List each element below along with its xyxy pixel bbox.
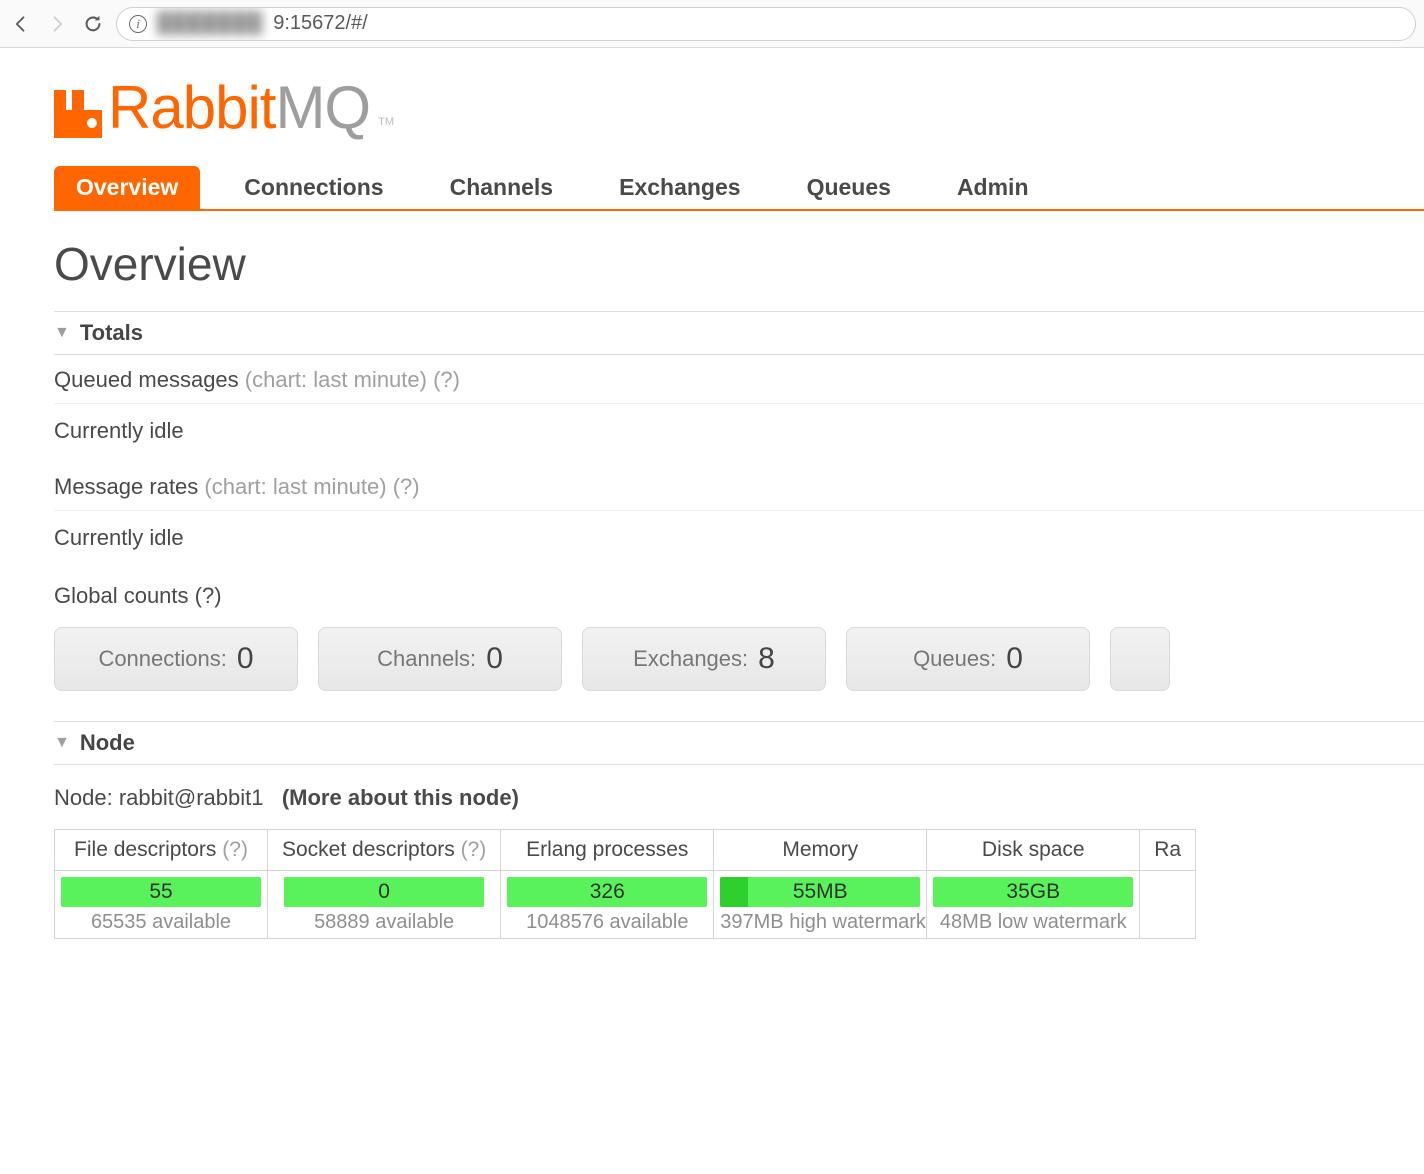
bar-value: 35GB (933, 877, 1133, 907)
logo: RabbitMQ TM (54, 78, 1424, 138)
main-tabs: Overview Connections Channels Exchanges … (54, 166, 1424, 211)
bar-subtext: 48MB low watermark (933, 911, 1133, 934)
tab-channels[interactable]: Channels (428, 166, 576, 209)
global-counts-row: Global counts (?) (54, 569, 1424, 627)
node-stats-table: File descriptors (?) Socket descriptors … (54, 829, 1196, 939)
count-connections[interactable]: Connections: 0 (54, 627, 298, 691)
count-value: 8 (758, 642, 775, 676)
th-socket-descriptors: Socket descriptors (?) (268, 830, 501, 871)
address-bar[interactable]: i ███████ 9:15672/#/ (116, 7, 1416, 41)
count-extra[interactable] (1110, 627, 1170, 691)
cell-fd: 55 65535 available (55, 871, 268, 939)
table-header-row: File descriptors (?) Socket descriptors … (55, 830, 1196, 871)
chevron-down-icon: ▼ (54, 734, 70, 752)
queued-idle: Currently idle (54, 404, 1424, 462)
cell-extra (1140, 871, 1196, 939)
rabbitmq-logo-icon (54, 90, 102, 138)
rates-idle: Currently idle (54, 511, 1424, 569)
queued-label: Queued messages (54, 367, 239, 392)
more-about-node-link[interactable]: (More about this node) (282, 785, 519, 810)
node-name-line: Node: rabbit@rabbit1 (More about this no… (54, 785, 1424, 811)
count-channels[interactable]: Channels: 0 (318, 627, 562, 691)
url-obscured: ███████ (157, 12, 263, 35)
table-row: 55 65535 available 0 58889 available 326… (55, 871, 1196, 939)
cell-sd: 0 58889 available (268, 871, 501, 939)
th-extra: Ra (1140, 830, 1196, 871)
section-label: Node (80, 730, 135, 756)
help-icon[interactable]: (?) (461, 838, 487, 861)
rates-hint[interactable]: (chart: last minute) (?) (204, 474, 419, 499)
th-erlang-processes: Erlang processes (501, 830, 714, 871)
reload-button[interactable] (80, 11, 106, 37)
queued-messages-row: Queued messages (chart: last minute) (?) (54, 355, 1424, 404)
cell-disk: 35GB 48MB low watermark (927, 871, 1140, 939)
back-button[interactable] (8, 11, 34, 37)
tab-queues[interactable]: Queues (785, 166, 913, 209)
tab-overview[interactable]: Overview (54, 166, 200, 209)
section-label: Totals (80, 320, 143, 346)
page-title: Overview (54, 237, 1424, 291)
count-label: Exchanges: (633, 646, 748, 672)
chevron-down-icon: ▼ (54, 324, 70, 342)
th-disk-space: Disk space (927, 830, 1140, 871)
th-file-descriptors: File descriptors (?) (55, 830, 268, 871)
browser-chrome: i ███████ 9:15672/#/ (0, 0, 1424, 48)
count-value: 0 (237, 642, 254, 676)
message-rates-row: Message rates (chart: last minute) (?) (54, 462, 1424, 511)
trademark: TM (378, 116, 394, 128)
count-exchanges[interactable]: Exchanges: 8 (582, 627, 826, 691)
count-queues[interactable]: Queues: 0 (846, 627, 1090, 691)
bar-value: 55MB (720, 877, 920, 907)
count-value: 0 (1006, 642, 1023, 676)
count-value: 0 (486, 642, 503, 676)
count-label: Connections: (98, 646, 226, 672)
bar-subtext: 1048576 available (507, 911, 707, 934)
bar-value: 326 (507, 877, 707, 907)
global-label: Global counts (54, 583, 189, 608)
node-prefix: Node: (54, 785, 119, 810)
bar-subtext: 65535 available (61, 911, 261, 934)
section-node-header[interactable]: ▼ Node (54, 721, 1424, 765)
url-suffix: 9:15672/#/ (273, 12, 368, 35)
tab-admin[interactable]: Admin (935, 166, 1051, 209)
count-label: Queues: (913, 646, 996, 672)
section-totals-header[interactable]: ▼ Totals (54, 311, 1424, 355)
queued-hint[interactable]: (chart: last minute) (?) (245, 367, 460, 392)
node-name: rabbit@rabbit1 (119, 785, 264, 810)
forward-button[interactable] (44, 11, 70, 37)
bar-subtext: 58889 available (284, 911, 484, 934)
cell-ep: 326 1048576 available (501, 871, 714, 939)
bar-value: 55 (61, 877, 261, 907)
bar-value: 0 (284, 877, 484, 907)
site-info-icon[interactable]: i (129, 15, 147, 33)
cell-mem: 55MB 397MB high watermark (714, 871, 927, 939)
th-memory: Memory (714, 830, 927, 871)
count-label: Channels: (377, 646, 476, 672)
tab-exchanges[interactable]: Exchanges (597, 166, 762, 209)
bar-subtext: 397MB high watermark (720, 911, 920, 934)
help-icon[interactable]: (?) (222, 838, 248, 861)
global-counts: Connections: 0 Channels: 0 Exchanges: 8 … (54, 627, 1424, 691)
rates-label: Message rates (54, 474, 198, 499)
global-hint[interactable]: (?) (195, 583, 222, 608)
tab-connections[interactable]: Connections (222, 166, 405, 209)
logo-text: RabbitMQ (108, 78, 370, 138)
